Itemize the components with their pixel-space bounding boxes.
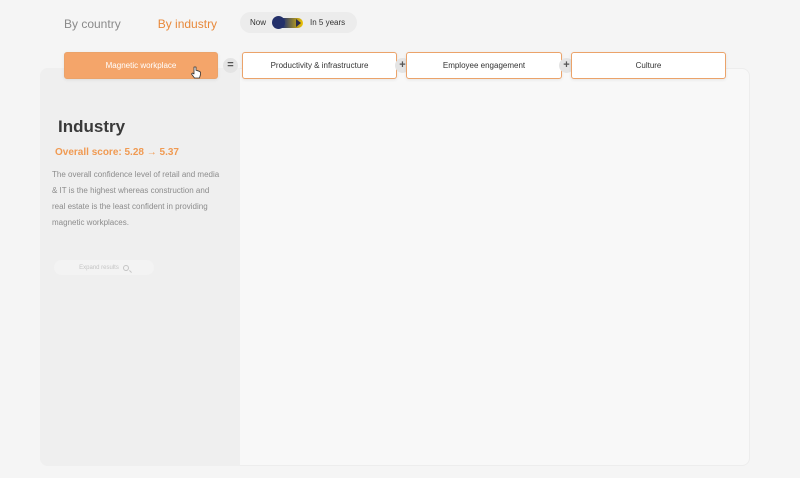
- formula-employee-engagement[interactable]: Employee engagement: [406, 52, 562, 79]
- overall-score: Overall score: 5.28 → 5.37: [55, 147, 179, 158]
- expand-results-button[interactable]: Expand results: [54, 260, 154, 275]
- formula-row: Magnetic workplace = Productivity & infr…: [0, 0, 800, 100]
- formula-productivity-infrastructure[interactable]: Productivity & infrastructure: [242, 52, 397, 79]
- hand-cursor-icon: [191, 66, 201, 79]
- formula-culture[interactable]: Culture: [571, 52, 726, 79]
- expand-results-label: Expand results: [79, 264, 119, 271]
- panel-title: Industry: [58, 117, 126, 136]
- panel-description: The overall confidence level of retail a…: [52, 170, 220, 227]
- page: By country By industry Now In 5 years Ma…: [0, 0, 800, 478]
- equals-icon: =: [223, 58, 238, 73]
- search-icon: [122, 264, 129, 271]
